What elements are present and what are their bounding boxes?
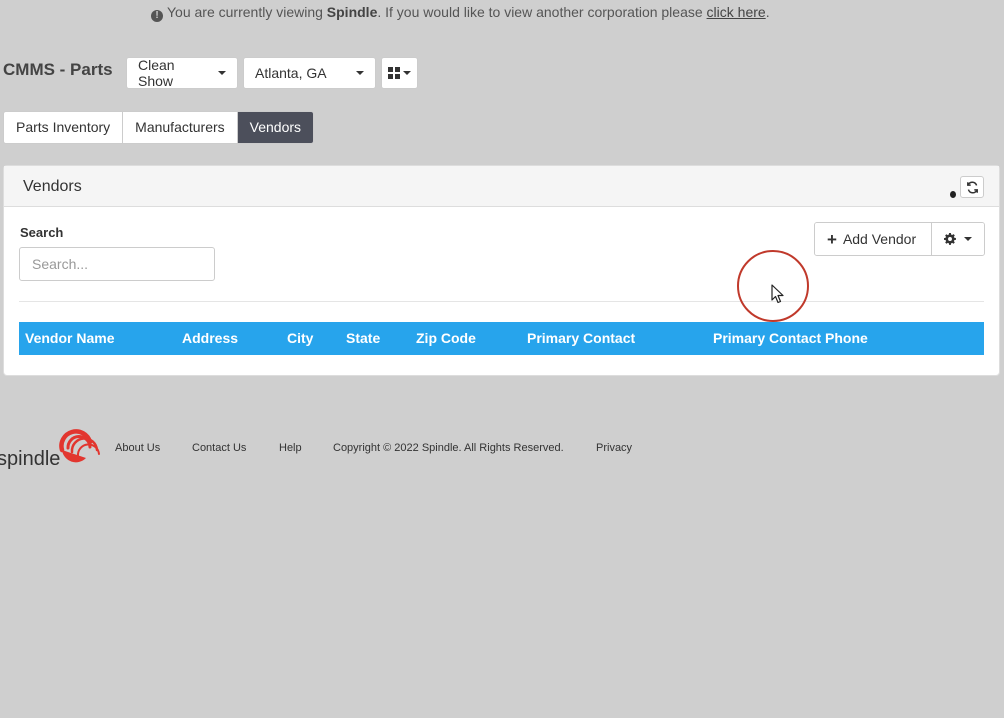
caret-down-icon	[964, 237, 972, 241]
column-header-zip-code[interactable]: Zip Code	[416, 322, 476, 355]
gear-icon	[944, 233, 956, 245]
corporation-dropdown-label: Clean Show	[138, 57, 175, 89]
plus-icon: +	[827, 229, 837, 249]
footer: spindle About Us Contact Us Help Copyrig…	[0, 428, 700, 472]
refresh-button[interactable]	[960, 176, 984, 198]
refresh-icon	[966, 181, 978, 193]
switch-corporation-link[interactable]: click here	[707, 4, 766, 20]
tab-manufacturers[interactable]: Manufacturers	[123, 112, 238, 143]
vendors-table-header: Vendor Name Address City State Zip Code …	[19, 322, 984, 355]
caret-down-icon	[218, 71, 226, 75]
column-header-city[interactable]: City	[287, 322, 313, 355]
tab-vendors[interactable]: Vendors	[237, 112, 314, 143]
vendors-panel: Vendors Search + Add Vendor Vendor N	[3, 165, 1000, 376]
info-icon: !	[151, 10, 163, 22]
corporation-dropdown[interactable]: Clean Show	[126, 57, 238, 89]
notice-middle: . If you would like to view another corp…	[377, 4, 703, 20]
column-header-primary-contact[interactable]: Primary Contact	[527, 322, 635, 355]
divider	[19, 301, 984, 302]
notice-corp-name: Spindle	[326, 4, 378, 20]
footer-link-contact-us[interactable]: Contact Us	[192, 442, 246, 454]
tab-parts-inventory[interactable]: Parts Inventory	[4, 112, 124, 143]
column-header-address[interactable]: Address	[182, 322, 238, 355]
location-dropdown-label: Atlanta, GA	[255, 65, 327, 81]
app-grid-menu-button[interactable]	[381, 57, 418, 89]
location-dropdown[interactable]: Atlanta, GA	[243, 57, 376, 89]
grid-icon	[388, 67, 400, 79]
panel-header: Vendors	[4, 166, 999, 207]
mouse-cursor-icon	[771, 284, 784, 304]
add-vendor-button[interactable]: + Add Vendor	[815, 223, 932, 255]
vendor-actions: + Add Vendor	[814, 222, 985, 256]
panel-title: Vendors	[23, 178, 82, 195]
column-header-state[interactable]: State	[346, 322, 380, 355]
notice-prefix: You are currently viewing	[167, 4, 323, 20]
spindle-logo[interactable]: spindle	[0, 428, 102, 472]
marker-icon	[950, 191, 956, 198]
add-vendor-label: Add Vendor	[842, 231, 917, 247]
footer-copyright: Copyright © 2022 Spindle. All Rights Res…	[333, 442, 564, 454]
section-tabs: Parts Inventory Manufacturers Vendors	[3, 111, 315, 144]
search-input[interactable]	[19, 247, 215, 281]
page-title: CMMS - Parts	[3, 60, 113, 79]
column-header-vendor-name[interactable]: Vendor Name	[25, 322, 114, 355]
footer-link-about-us[interactable]: About Us	[115, 442, 160, 454]
footer-link-privacy[interactable]: Privacy	[596, 442, 632, 454]
settings-dropdown-button[interactable]	[932, 223, 984, 255]
caret-down-icon	[356, 71, 364, 75]
corporation-notice: ! You are currently viewing Spindle. If y…	[151, 4, 770, 22]
spindle-logo-text: spindle	[0, 448, 60, 470]
footer-link-help[interactable]: Help	[279, 442, 302, 454]
column-header-primary-contact-phone[interactable]: Primary Contact Phone	[713, 322, 868, 355]
search-label: Search	[20, 225, 64, 240]
caret-down-icon	[403, 71, 411, 75]
notice-suffix: .	[765, 4, 770, 20]
